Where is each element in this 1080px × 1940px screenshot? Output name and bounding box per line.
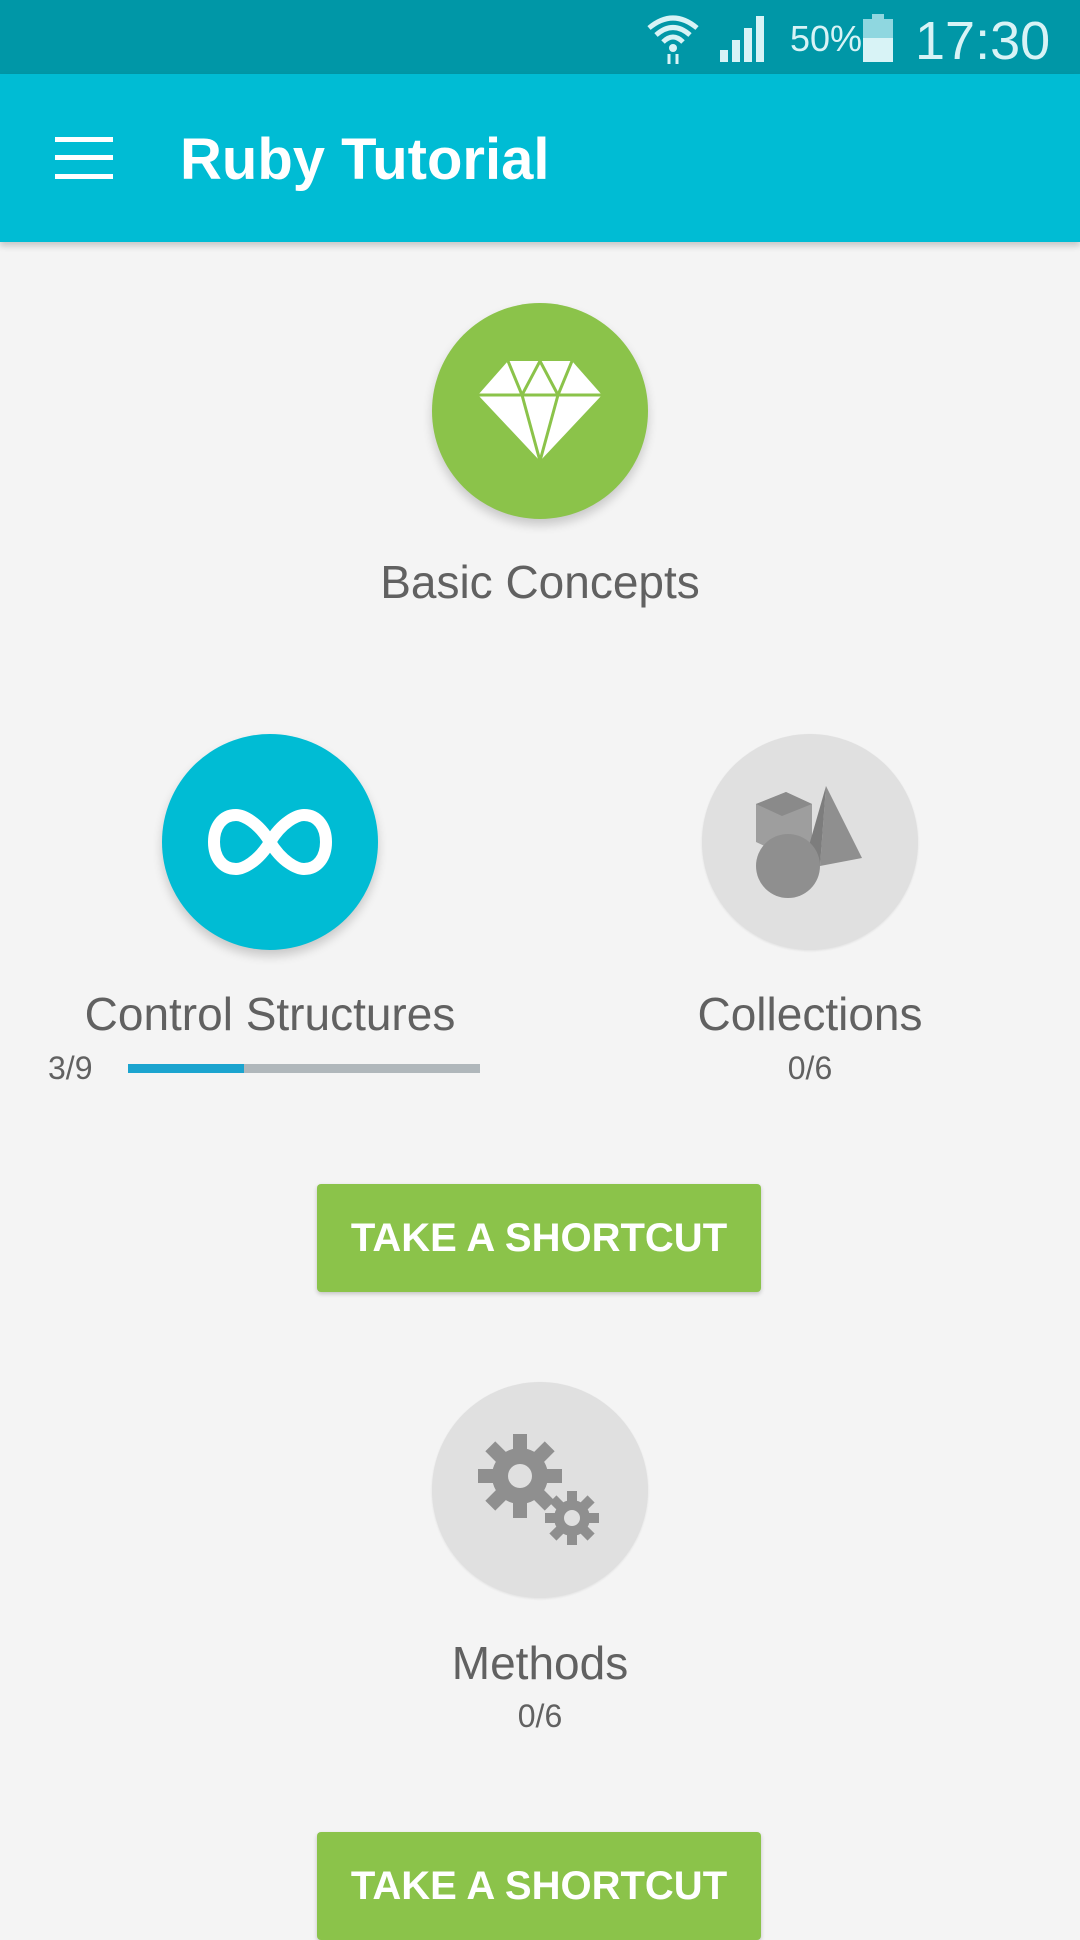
control-structures-progress-text: 3/9: [48, 1050, 93, 1086]
take-shortcut-button-2[interactable]: TAKE A SHORTCUT: [317, 1832, 761, 1940]
battery-percent: 50%: [790, 18, 863, 59]
module-methods-label: Methods: [451, 1637, 629, 1689]
shapes-icon: [756, 786, 862, 898]
app-title: Ruby Tutorial: [180, 127, 550, 192]
collections-progress-text: 0/6: [787, 1050, 833, 1086]
module-basic-concepts-label: Basic Concepts: [380, 556, 700, 608]
infinity-icon: [208, 808, 332, 876]
module-methods[interactable]: [432, 1382, 648, 1598]
module-basic-concepts[interactable]: [432, 303, 648, 519]
control-structures-progress-bar: [128, 1064, 480, 1073]
diamond-icon: [478, 361, 602, 461]
module-collections-label: Collections: [697, 988, 923, 1040]
module-control-structures-label: Control Structures: [84, 988, 456, 1040]
clock: 17:30: [915, 11, 1051, 71]
control-structures-progress-fill: [128, 1064, 245, 1073]
module-control-structures[interactable]: [162, 734, 378, 950]
status-bar: 50% 17:30: [0, 0, 1080, 74]
methods-progress-text: 0/6: [517, 1698, 563, 1734]
take-shortcut-button[interactable]: TAKE A SHORTCUT: [317, 1184, 761, 1292]
app-bar: Ruby Tutorial: [0, 74, 1080, 242]
hamburger-menu-icon[interactable]: [55, 137, 113, 179]
wifi-icon: [647, 15, 699, 64]
gears-icon: [478, 1434, 599, 1545]
module-collections[interactable]: [702, 734, 918, 950]
signal-icon: [720, 16, 764, 62]
battery-icon: [863, 14, 893, 62]
